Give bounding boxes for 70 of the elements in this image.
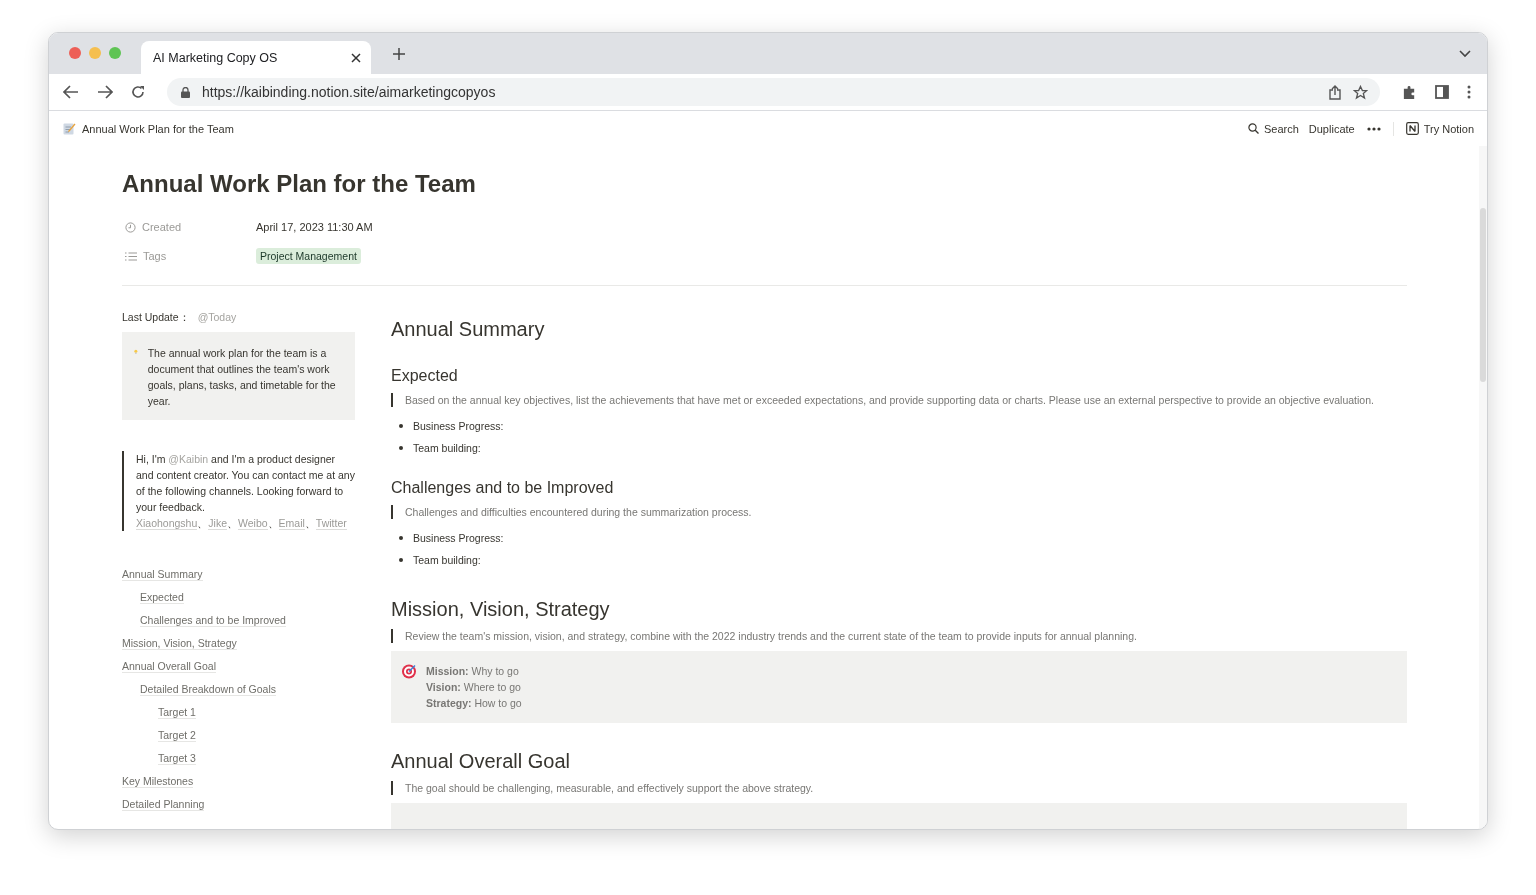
toc-link[interactable]: Detailed Breakdown of Goals <box>140 683 276 696</box>
more-icon[interactable] <box>1366 126 1381 131</box>
contact-link[interactable]: Twitter <box>315 517 347 530</box>
property-label: Tags <box>143 250 167 262</box>
toc-link[interactable]: Detailed Planning <box>122 798 205 811</box>
forward-arrow-icon[interactable] <box>97 85 113 99</box>
memo-icon <box>63 122 76 135</box>
back-arrow-icon[interactable] <box>63 85 79 99</box>
breadcrumb[interactable]: Annual Work Plan for the Team <box>63 122 234 135</box>
toc-link[interactable]: Key Milestones <box>122 775 194 788</box>
bullet-icon <box>399 424 403 428</box>
toc-link[interactable]: Target 3 <box>158 752 196 765</box>
contact-link[interactable]: Jike <box>208 517 227 530</box>
toc-link[interactable]: Mission, Vision, Strategy <box>122 637 237 650</box>
list-item: Business Progress: <box>413 532 504 544</box>
section-heading: Annual Summary <box>391 317 546 341</box>
scrollbar[interactable] <box>1479 146 1487 829</box>
close-icon[interactable] <box>351 52 361 63</box>
list-item: Team building: <box>413 442 481 454</box>
search-button[interactable]: Search <box>1247 122 1299 135</box>
bullet-icon <box>399 446 403 450</box>
star-icon[interactable] <box>1353 84 1368 100</box>
page-title: Annual Work Plan for the Team <box>122 169 477 199</box>
duplicate-button[interactable]: Duplicate <box>1308 122 1355 135</box>
bullet-icon <box>399 558 403 562</box>
callout-line: Strategy: How to go <box>426 696 522 711</box>
clock-icon <box>125 221 136 233</box>
section-heading: Annual Overall Goal <box>391 749 571 773</box>
quote-text: Review the team's mission, vision, and strategy, combine with the 2022 industry trends and the current state of the team to provide inputs for annual planning. <box>405 629 1138 643</box>
lock-icon <box>181 86 190 98</box>
contact-link[interactable]: Weibo <box>238 517 268 530</box>
quote-text: Based on the annual key objectives, list the achievements that have met or exceeded expectations, and provide supporting data or charts. Please use an external perspective to provide an objective evaluation. <box>405 393 1375 407</box>
address-bar[interactable]: https://kaibinding.notion.site/aimarketingcopyos <box>167 78 1380 106</box>
property-value: April 17, 2023 11:30 AM <box>256 221 373 233</box>
target-icon <box>401 663 417 679</box>
notion-logo-icon <box>1405 122 1419 135</box>
section-heading: Mission, Vision, Strategy <box>391 597 611 621</box>
new-tab-icon[interactable] <box>393 47 405 60</box>
reload-icon[interactable] <box>131 85 145 99</box>
toc-link[interactable]: Annual Overall Goal <box>122 660 216 673</box>
quote-text: Challenges and difficulties encountered during the summarization process. <box>405 505 753 519</box>
kebab-menu-icon[interactable] <box>1467 85 1471 99</box>
contact-link[interactable]: Email <box>278 517 305 530</box>
list-item: Business Progress: <box>413 420 504 432</box>
callout-line: Vision: Where to go <box>426 680 522 695</box>
close-window-icon[interactable] <box>69 46 81 59</box>
callout-text: The annual work plan for the team is a document that outlines the team's work goals, plans, tasks, and timetable for the year. <box>147 346 337 409</box>
chevron-down-icon[interactable] <box>1459 49 1471 58</box>
browser-tab[interactable]: AI Marketing Copy OS <box>141 41 371 74</box>
intro-paragraph: Hi, I'm @Kaibin and I'm a product designer and content creator. You can contact me at any of the following channels. Looking forward to your feedback. Xiaohongshu、Jike、Weibo、Email、Twitter <box>136 452 355 531</box>
quote-text: The goal should be challenging, measurable, and effectively support the above strategy. <box>405 781 815 795</box>
callout-line: Mission: Why to go <box>426 664 520 679</box>
toc-link[interactable]: Expected <box>140 591 184 604</box>
list-item: Team building: <box>413 554 481 566</box>
toc-link[interactable]: Challenges and to be Improved <box>140 614 286 627</box>
side-panel-icon[interactable] <box>1435 85 1449 99</box>
puzzle-icon[interactable] <box>1402 84 1417 100</box>
toc-link[interactable]: Target 2 <box>158 729 196 742</box>
tag: Project Management <box>256 248 361 264</box>
bullet-icon <box>399 536 403 540</box>
toc-link[interactable]: Target 1 <box>158 706 196 719</box>
subsection-heading: Expected <box>391 366 459 386</box>
search-icon <box>1247 123 1259 134</box>
share-icon[interactable] <box>1329 84 1341 100</box>
subsection-heading: Challenges and to be Improved <box>391 478 615 498</box>
property-label: Created <box>142 221 182 233</box>
last-update-label: Last Update： <box>122 311 190 325</box>
try-notion-button[interactable]: Try Notion <box>1405 122 1474 135</box>
list-icon <box>125 251 137 261</box>
toc-link[interactable]: Annual Summary <box>122 568 203 581</box>
